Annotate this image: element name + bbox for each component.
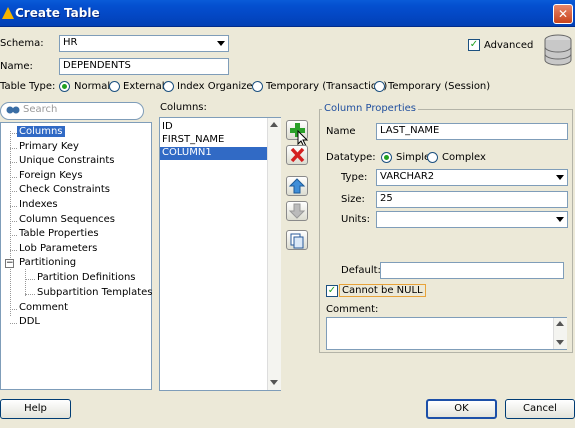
units-combo[interactable] — [376, 211, 568, 228]
schema-combo[interactable]: HR — [59, 35, 229, 52]
app-icon — [2, 7, 14, 19]
type-value: VARCHAR2 — [380, 171, 435, 182]
radio-simple-label: Simple — [396, 152, 431, 163]
radio-external-label: External — [123, 81, 165, 92]
tree-item-columns[interactable]: Columns — [17, 126, 65, 137]
advanced-label: Advanced — [484, 40, 534, 51]
move-up-button[interactable] — [286, 176, 308, 196]
type-label: Type: — [341, 172, 368, 183]
close-button[interactable]: ✕ — [553, 4, 573, 24]
comment-scrollbar[interactable] — [553, 318, 567, 349]
schema-label: Schema: — [0, 38, 44, 49]
radio-index-organized-label: Index Organized — [177, 81, 259, 92]
search-icon — [6, 106, 20, 114]
cancel-button[interactable]: Cancel — [505, 399, 575, 419]
list-item[interactable]: COLUMN1 — [160, 147, 267, 160]
tree-item-column-sequences[interactable]: Column Sequences — [19, 214, 115, 225]
columns-label: Columns: — [160, 102, 207, 113]
tree-item-primary-key[interactable]: Primary Key — [19, 141, 79, 152]
units-label: Units: — [341, 214, 370, 225]
tree-item-partitioning[interactable]: Partitioning — [19, 257, 76, 268]
radio-complex-label: Complex — [442, 152, 486, 163]
tree-item-indexes[interactable]: Indexes — [19, 199, 58, 210]
columns-list: ID FIRST_NAME COLUMN1 — [159, 117, 281, 391]
scroll-up-icon[interactable] — [556, 321, 564, 326]
datatype-label: Datatype: — [326, 152, 376, 163]
chevron-down-icon — [556, 217, 564, 222]
database-icon — [544, 34, 572, 66]
comment-textarea[interactable] — [326, 317, 567, 350]
size-input[interactable]: 25 — [376, 191, 568, 208]
tree-item-subpartition-templates[interactable]: Subpartition Templates — [37, 287, 153, 298]
tree-item-foreign-keys[interactable]: Foreign Keys — [19, 170, 83, 181]
column-name-input[interactable]: LAST_NAME — [376, 123, 568, 140]
scroll-down-icon[interactable] — [556, 340, 564, 345]
type-combo[interactable]: VARCHAR2 — [376, 169, 568, 186]
collapse-icon[interactable]: − — [5, 259, 14, 268]
radio-external[interactable] — [109, 81, 120, 92]
not-null-label: Cannot be NULL — [339, 284, 426, 297]
radio-index-organized[interactable] — [163, 81, 174, 92]
tree-item-check-constraints[interactable]: Check Constraints — [19, 184, 110, 195]
arrow-down-icon — [288, 203, 306, 219]
window-title: Create Table — [15, 6, 100, 20]
search-input[interactable]: Search — [0, 102, 144, 120]
advanced-checkbox[interactable]: ✓ — [468, 39, 480, 51]
radio-temporary-session-label: Temporary (Session) — [388, 81, 491, 92]
copy-column-button[interactable] — [286, 230, 308, 250]
radio-temporary-transaction-label: Temporary (Transaction) — [266, 81, 388, 92]
radio-normal[interactable] — [59, 81, 70, 92]
default-label: Default: — [341, 265, 381, 276]
table-name-input[interactable]: DEPENDENTS — [59, 58, 229, 75]
scroll-down-icon[interactable] — [270, 380, 278, 385]
radio-complex[interactable] — [427, 152, 438, 163]
property-name-label: Name — [326, 126, 356, 137]
name-label: Name: — [0, 61, 33, 72]
list-item[interactable]: FIRST_NAME — [160, 134, 224, 147]
navigation-tree: − Columns Primary Key Unique Constraints… — [0, 122, 153, 390]
not-null-checkbox[interactable]: ✓ — [326, 285, 338, 297]
tree-item-table-properties[interactable]: Table Properties — [19, 228, 99, 239]
search-placeholder: Search — [23, 104, 58, 115]
radio-normal-label: Normal — [74, 81, 111, 92]
columns-scrollbar[interactable] — [267, 118, 281, 390]
scroll-up-icon[interactable] — [270, 122, 278, 127]
radio-temporary-session[interactable] — [374, 81, 385, 92]
help-button[interactable]: Help — [0, 399, 71, 419]
remove-column-button[interactable] — [286, 145, 308, 165]
radio-temporary-transaction[interactable] — [252, 81, 263, 92]
default-input[interactable] — [380, 262, 564, 279]
tree-item-lob-parameters[interactable]: Lob Parameters — [19, 243, 97, 254]
comment-label: Comment: — [326, 304, 379, 315]
table-type-label: Table Type: — [0, 81, 56, 92]
radio-simple[interactable] — [381, 152, 392, 163]
delete-icon — [290, 147, 305, 163]
ok-button[interactable]: OK — [426, 399, 497, 419]
tree-item-ddl[interactable]: DDL — [19, 316, 40, 327]
chevron-down-icon — [217, 41, 225, 46]
tree-item-partition-definitions[interactable]: Partition Definitions — [37, 272, 136, 283]
chevron-down-icon — [556, 175, 564, 180]
size-label: Size: — [341, 194, 365, 205]
copy-icon — [290, 233, 304, 249]
schema-value: HR — [63, 37, 78, 48]
arrow-up-icon — [288, 178, 306, 194]
tree-item-comment[interactable]: Comment — [19, 302, 68, 313]
list-item[interactable]: ID — [160, 121, 173, 134]
column-properties-title: Column Properties — [322, 103, 419, 114]
move-down-button[interactable] — [286, 201, 308, 221]
title-bar: Create Table ✕ — [0, 0, 575, 27]
tree-item-unique-constraints[interactable]: Unique Constraints — [19, 155, 115, 166]
